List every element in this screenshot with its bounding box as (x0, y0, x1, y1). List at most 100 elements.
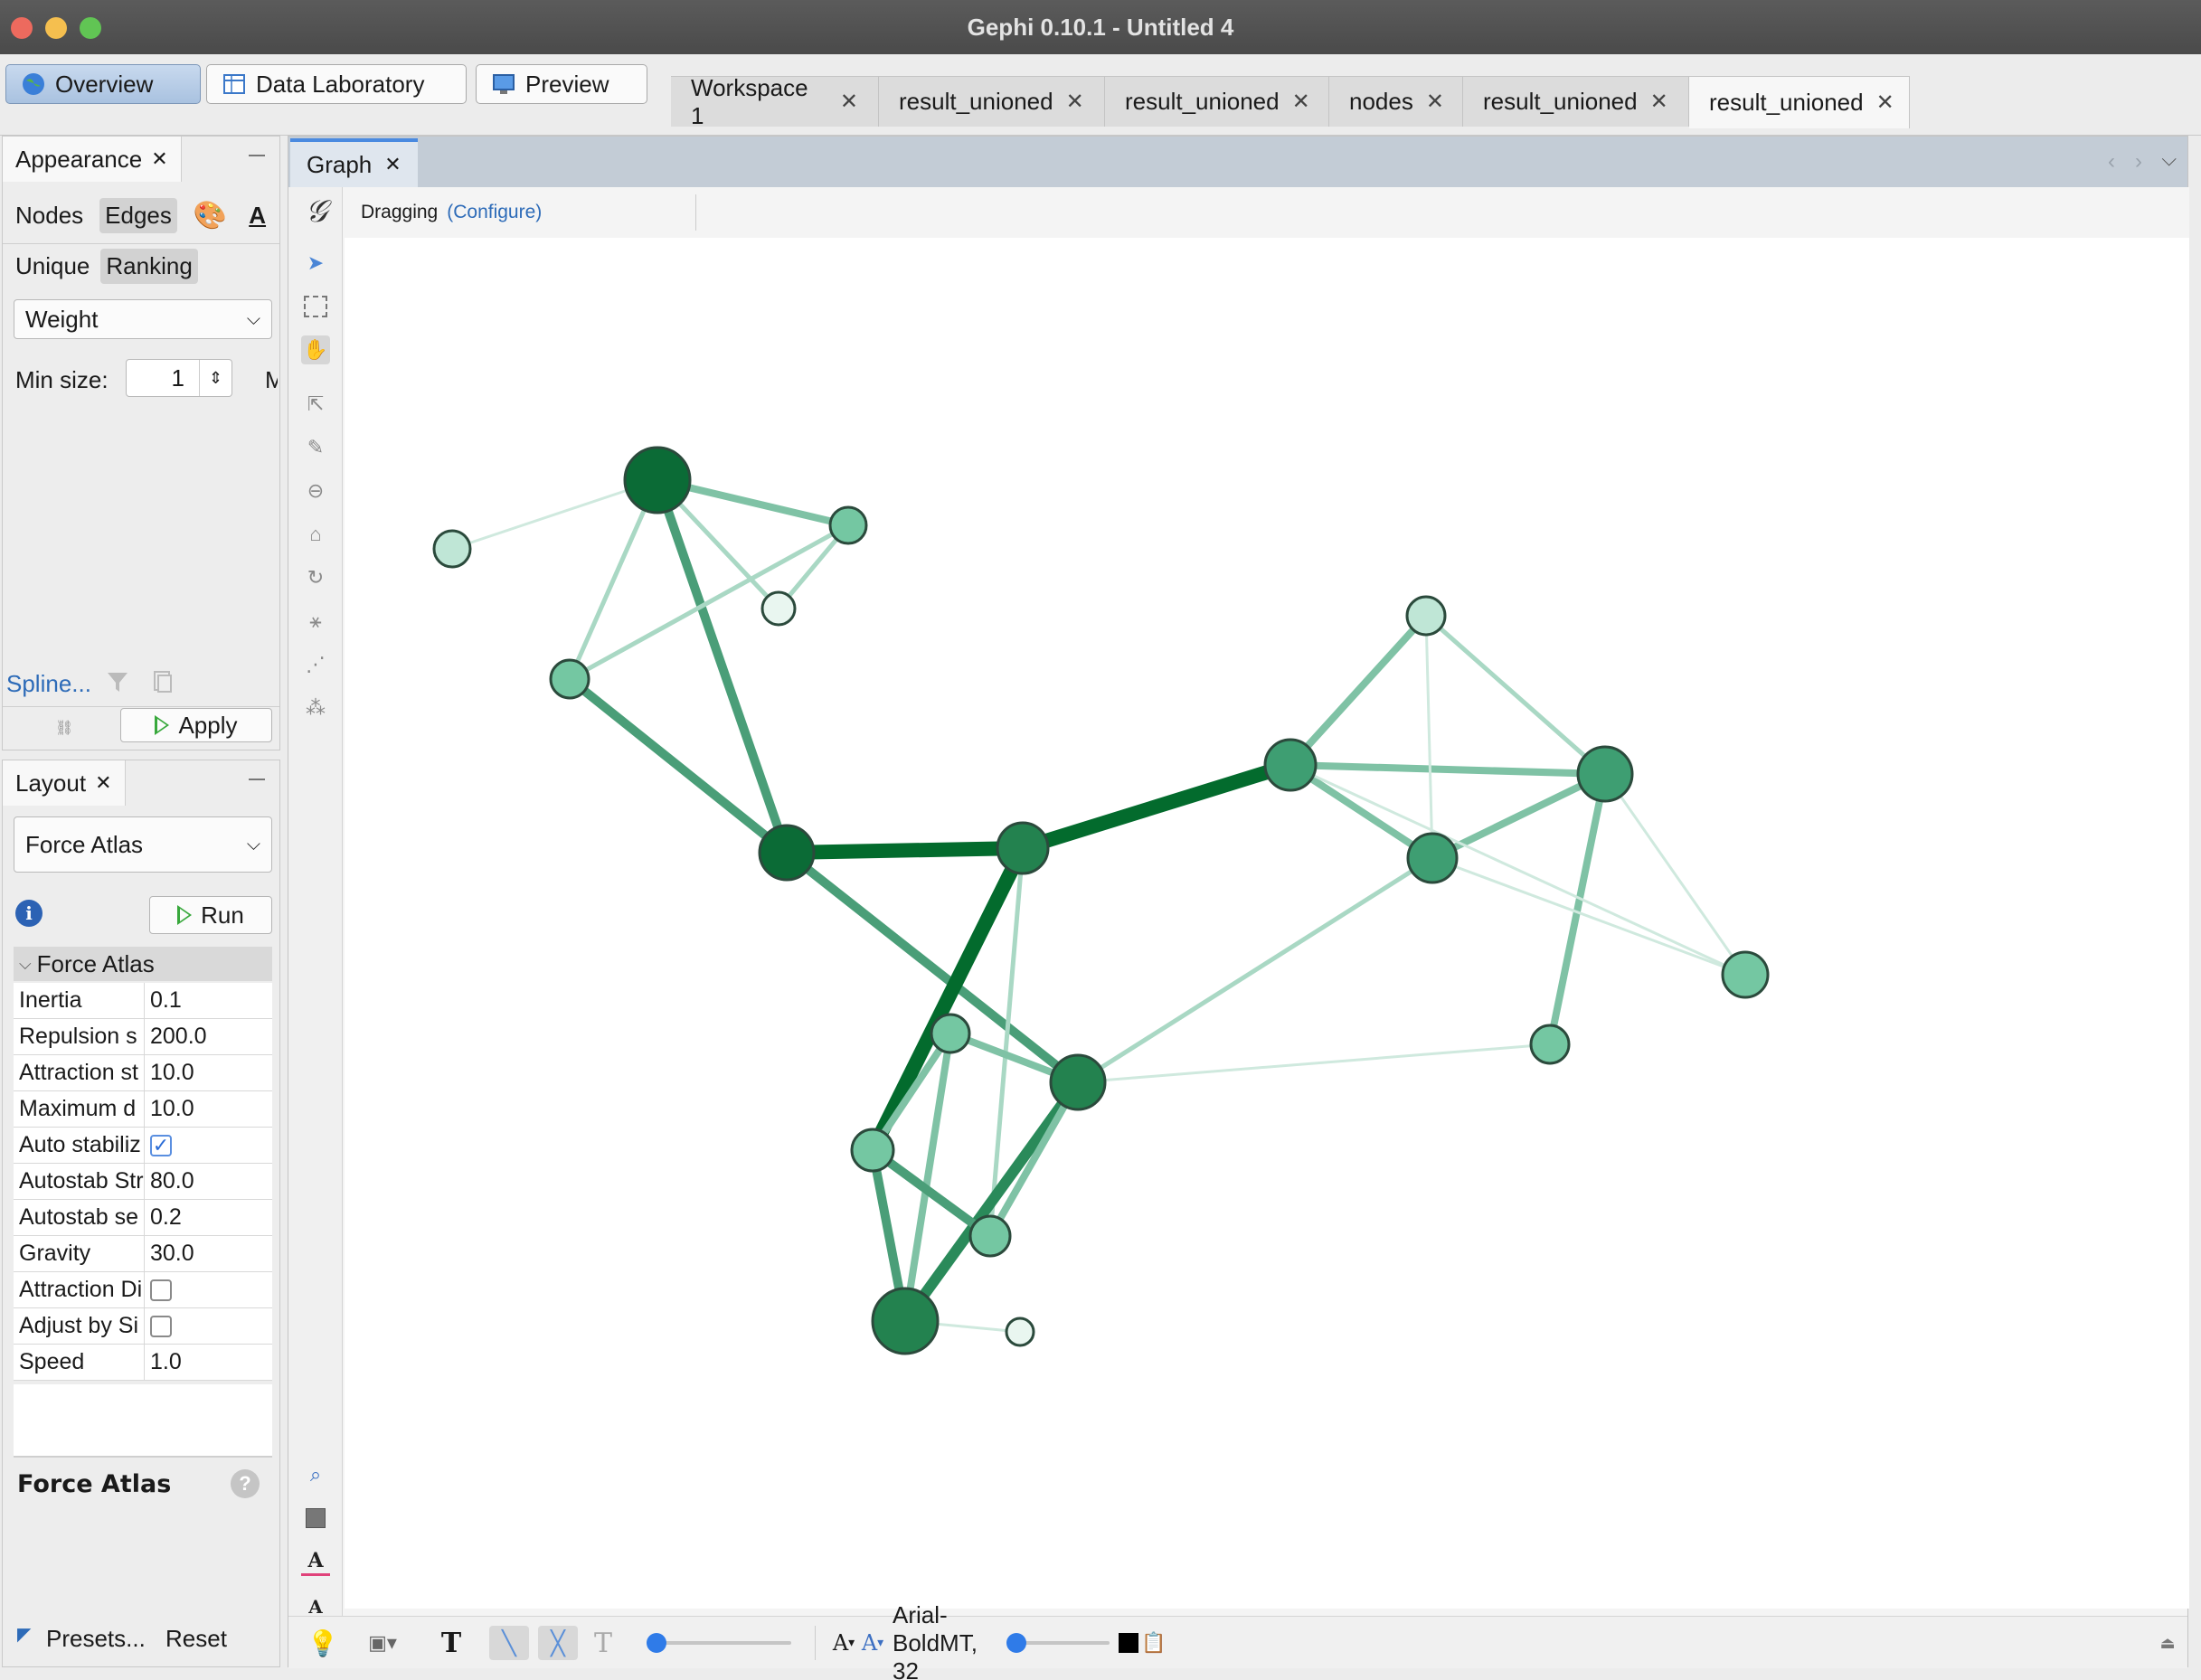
graph-node[interactable] (760, 590, 797, 627)
graph-node[interactable] (1005, 1317, 1035, 1347)
graph-node[interactable] (1721, 950, 1770, 999)
graph-edge[interactable] (1020, 758, 1293, 855)
checkbox-empty[interactable] (150, 1279, 172, 1301)
layout-tab[interactable]: Layout ✕ (3, 760, 126, 806)
property-checkbox[interactable]: ✓ (145, 1128, 272, 1163)
graph-node[interactable] (432, 529, 472, 569)
attribute-select[interactable]: Weight ⌵ (14, 299, 272, 339)
graph-edge[interactable] (786, 841, 1024, 860)
property-checkbox[interactable] (145, 1308, 272, 1344)
graph-node[interactable] (758, 824, 816, 882)
collapse-icon[interactable]: ⏏ (2157, 1626, 2178, 1660)
font-icon[interactable]: A ▾ (827, 1626, 860, 1660)
close-tab-icon[interactable]: ✕ (1876, 90, 1894, 116)
close-icon[interactable]: ✕ (151, 147, 167, 171)
graph-edge[interactable] (1603, 773, 1747, 976)
property-value[interactable]: 0.1 (145, 983, 272, 1018)
graph-edge[interactable] (1431, 770, 1607, 862)
edges-tab[interactable]: Edges (99, 198, 177, 233)
graph-edge[interactable] (783, 849, 1082, 1086)
presets-button[interactable]: Presets... (46, 1625, 146, 1653)
property-value[interactable]: 0.2 (145, 1200, 272, 1235)
edge-scale-knob[interactable] (647, 1633, 666, 1653)
graph-edge[interactable] (1288, 613, 1429, 768)
appearance-tab[interactable]: Appearance ✕ (3, 137, 182, 182)
property-value[interactable]: 1.0 (145, 1345, 272, 1380)
reset-button[interactable]: Reset (165, 1625, 227, 1653)
rectangle-selection-icon[interactable] (301, 292, 330, 321)
minimize-icon[interactable] (249, 155, 265, 156)
direct-selection-icon[interactable]: ➤ (301, 249, 330, 278)
graph-node[interactable] (1576, 745, 1634, 803)
graph-edge[interactable] (1077, 1043, 1551, 1084)
graph-node[interactable] (549, 658, 590, 700)
graph-node[interactable] (1405, 595, 1447, 637)
close-tab-icon[interactable]: ✕ (1650, 89, 1668, 115)
label-color-icon[interactable]: A (243, 198, 271, 233)
graph-edge[interactable] (1289, 763, 1746, 977)
chevron-down-icon[interactable]: ⌵ (2161, 147, 2177, 171)
ranking-tab[interactable]: Ranking (100, 249, 198, 284)
edge-labels-icon[interactable]: T (587, 1626, 619, 1660)
minimize-window-button[interactable] (45, 17, 67, 39)
property-checkbox[interactable] (145, 1272, 272, 1307)
min-size-spinner[interactable]: 1 ⇕ (126, 359, 232, 397)
graph-canvas[interactable] (345, 238, 2189, 1609)
network-graph[interactable] (345, 238, 2189, 1609)
graph-tab[interactable]: Graph ✕ (290, 138, 418, 187)
graph-edge[interactable] (1424, 615, 1434, 859)
configure-link[interactable]: (Configure) (447, 202, 542, 223)
filter-icon[interactable] (104, 668, 131, 695)
graph-node[interactable] (871, 1287, 940, 1355)
force-atlas-section-header[interactable]: ⌵ Force Atlas (14, 947, 272, 981)
graph-edge[interactable] (1424, 614, 1607, 776)
graph-node[interactable] (1263, 738, 1318, 792)
close-tab-icon[interactable]: ✕ (1066, 89, 1084, 115)
clipboard-icon[interactable]: 📋 (1141, 1626, 1166, 1660)
show-edges-icon[interactable]: ╲ (489, 1626, 529, 1660)
zoom-fit-icon[interactable]: ⌕ (301, 1460, 330, 1489)
graph-node[interactable] (930, 1013, 971, 1054)
run-button[interactable]: Run (149, 896, 272, 934)
workspace-tab[interactable]: result_unioned ✕ (1105, 76, 1329, 127)
workspace-tab[interactable]: result_unioned ✕ (1463, 76, 1689, 127)
scroll-left-icon[interactable]: ‹ (2108, 149, 2115, 175)
property-value[interactable]: 10.0 (145, 1091, 272, 1127)
edge-scale-slider[interactable] (647, 1641, 791, 1645)
workspace-tab[interactable]: nodes ✕ (1329, 76, 1463, 127)
property-value[interactable]: 80.0 (145, 1164, 272, 1199)
copy-icon[interactable] (149, 668, 176, 695)
edit-pointer-icon[interactable]: ⇱ (301, 390, 330, 419)
graph-node[interactable] (1529, 1024, 1571, 1065)
palette-icon[interactable]: 🎨 (188, 196, 232, 235)
graph-edge[interactable] (1546, 773, 1609, 1045)
close-icon[interactable]: ✕ (95, 771, 111, 795)
help-icon[interactable]: ? (231, 1469, 260, 1498)
label-color-swatch[interactable] (1119, 1633, 1138, 1653)
layout-algorithm-select[interactable]: Force Atlas ⌵ (14, 816, 272, 873)
checkbox-empty[interactable] (150, 1315, 172, 1337)
label-color-icon[interactable]: A (301, 1547, 330, 1576)
shortest-path-icon[interactable]: ⁂ (301, 694, 330, 722)
brush-icon[interactable]: ⌂ (301, 520, 330, 549)
apply-button[interactable]: Apply (120, 708, 272, 742)
graph-node[interactable] (1406, 832, 1459, 884)
graph-edge[interactable] (1431, 856, 1746, 977)
preview-button[interactable]: Preview (476, 64, 647, 104)
info-icon[interactable]: i (15, 900, 43, 927)
property-value[interactable]: 30.0 (145, 1236, 272, 1271)
maximize-window-button[interactable] (80, 17, 101, 39)
graph-edge[interactable] (568, 523, 850, 682)
overview-button[interactable]: Overview (5, 64, 201, 104)
add-node-icon[interactable]: ⚹ (301, 607, 330, 636)
spline-link[interactable]: Spline... (6, 670, 91, 698)
close-tab-icon[interactable]: ✕ (1292, 89, 1310, 115)
scroll-right-icon[interactable]: › (2135, 149, 2142, 175)
show-labels-icon[interactable]: T (435, 1626, 468, 1660)
graph-edge[interactable] (901, 1079, 1082, 1325)
graph-node[interactable] (850, 1128, 895, 1173)
graph-node[interactable] (828, 505, 868, 545)
graph-node[interactable] (996, 821, 1050, 875)
data-laboratory-button[interactable]: Data Laboratory (206, 64, 467, 104)
workspace-tab[interactable]: result_unioned ✕ (879, 76, 1105, 127)
